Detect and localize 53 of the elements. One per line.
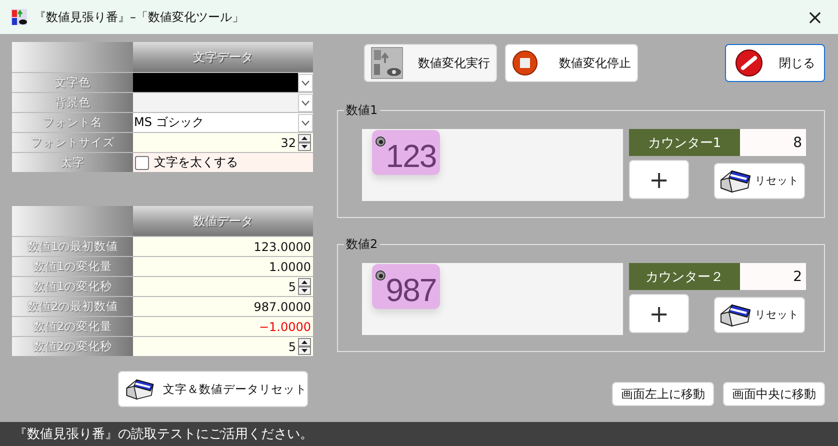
row-label: フォントサイズ [12, 133, 133, 152]
window-title: 『数値見張り番』–「数値変化ツール」 [34, 8, 245, 26]
pin-icon [375, 270, 386, 281]
dropdown-caret-icon[interactable] [301, 100, 310, 106]
group-title: 数値1 [344, 102, 380, 119]
plus-button[interactable]: + [629, 294, 689, 333]
close-button[interactable]: 閉じる [725, 44, 825, 82]
move-button[interactable]: 画面左上に移動 [612, 382, 714, 406]
table-header: 文字データ [133, 42, 313, 72]
dropdown-caret-icon[interactable] [301, 120, 310, 126]
spin-field[interactable]: 32 [280, 136, 296, 150]
table-header: 数値データ [133, 206, 313, 236]
move-button[interactable]: 画面中央に移動 [723, 382, 825, 406]
number-display: 987 [386, 271, 436, 309]
dropdown-caret-icon[interactable] [301, 80, 310, 86]
row-label: 数値1の変化秒 [12, 277, 133, 296]
row-label: フォント名 [12, 113, 133, 132]
spin-field[interactable]: 5 [288, 340, 296, 354]
plus-button[interactable]: + [629, 160, 689, 199]
run-button[interactable]: 数値変化実行 [364, 44, 497, 82]
group-title: 数値2 [344, 236, 380, 253]
spin-arrows-icon[interactable] [298, 278, 311, 295]
row-label: 太字 [12, 153, 133, 172]
tool-eye-icon [371, 47, 403, 79]
reset-all-button[interactable]: 文字＆数値データリセット [118, 371, 308, 407]
row-label: 数値2の変化量 [12, 317, 133, 336]
pin-icon [375, 136, 386, 147]
number-display: 123 [386, 137, 436, 175]
spin-field[interactable]: 5 [288, 280, 296, 294]
spin-arrows-icon[interactable] [298, 338, 311, 355]
no-entry-icon [735, 49, 763, 77]
eraser-icon [718, 168, 752, 194]
spin-arrows-icon[interactable] [298, 134, 311, 151]
stop-icon [512, 50, 538, 76]
row-label: 文字色 [12, 73, 133, 92]
number-field[interactable]: 1.0000 [269, 260, 311, 274]
checkbox-label: 文字を太くする [154, 154, 238, 171]
counter-label: カウンター1 [629, 129, 740, 156]
row-label: 背景色 [12, 93, 133, 112]
app-icon [10, 8, 28, 26]
close-window-button[interactable]: × [792, 0, 838, 34]
row-label: 数値1の変化量 [12, 257, 133, 276]
checkbox[interactable] [135, 156, 149, 170]
status-bar: 『数値見張り番』の読取テストにご活用ください。 [0, 422, 838, 446]
font-dropdown[interactable]: MS ゴシック [133, 113, 313, 132]
counter-value: 8 [740, 129, 806, 156]
row-label: 数値2の変化秒 [12, 337, 133, 356]
eraser-icon [718, 302, 752, 328]
reset-button[interactable]: リセット [714, 163, 805, 199]
counter-value: 2 [740, 263, 806, 290]
stop-button[interactable]: 数値変化停止 [505, 44, 638, 82]
reset-button[interactable]: リセット [714, 297, 805, 333]
counter-label: カウンター２ [629, 263, 740, 290]
